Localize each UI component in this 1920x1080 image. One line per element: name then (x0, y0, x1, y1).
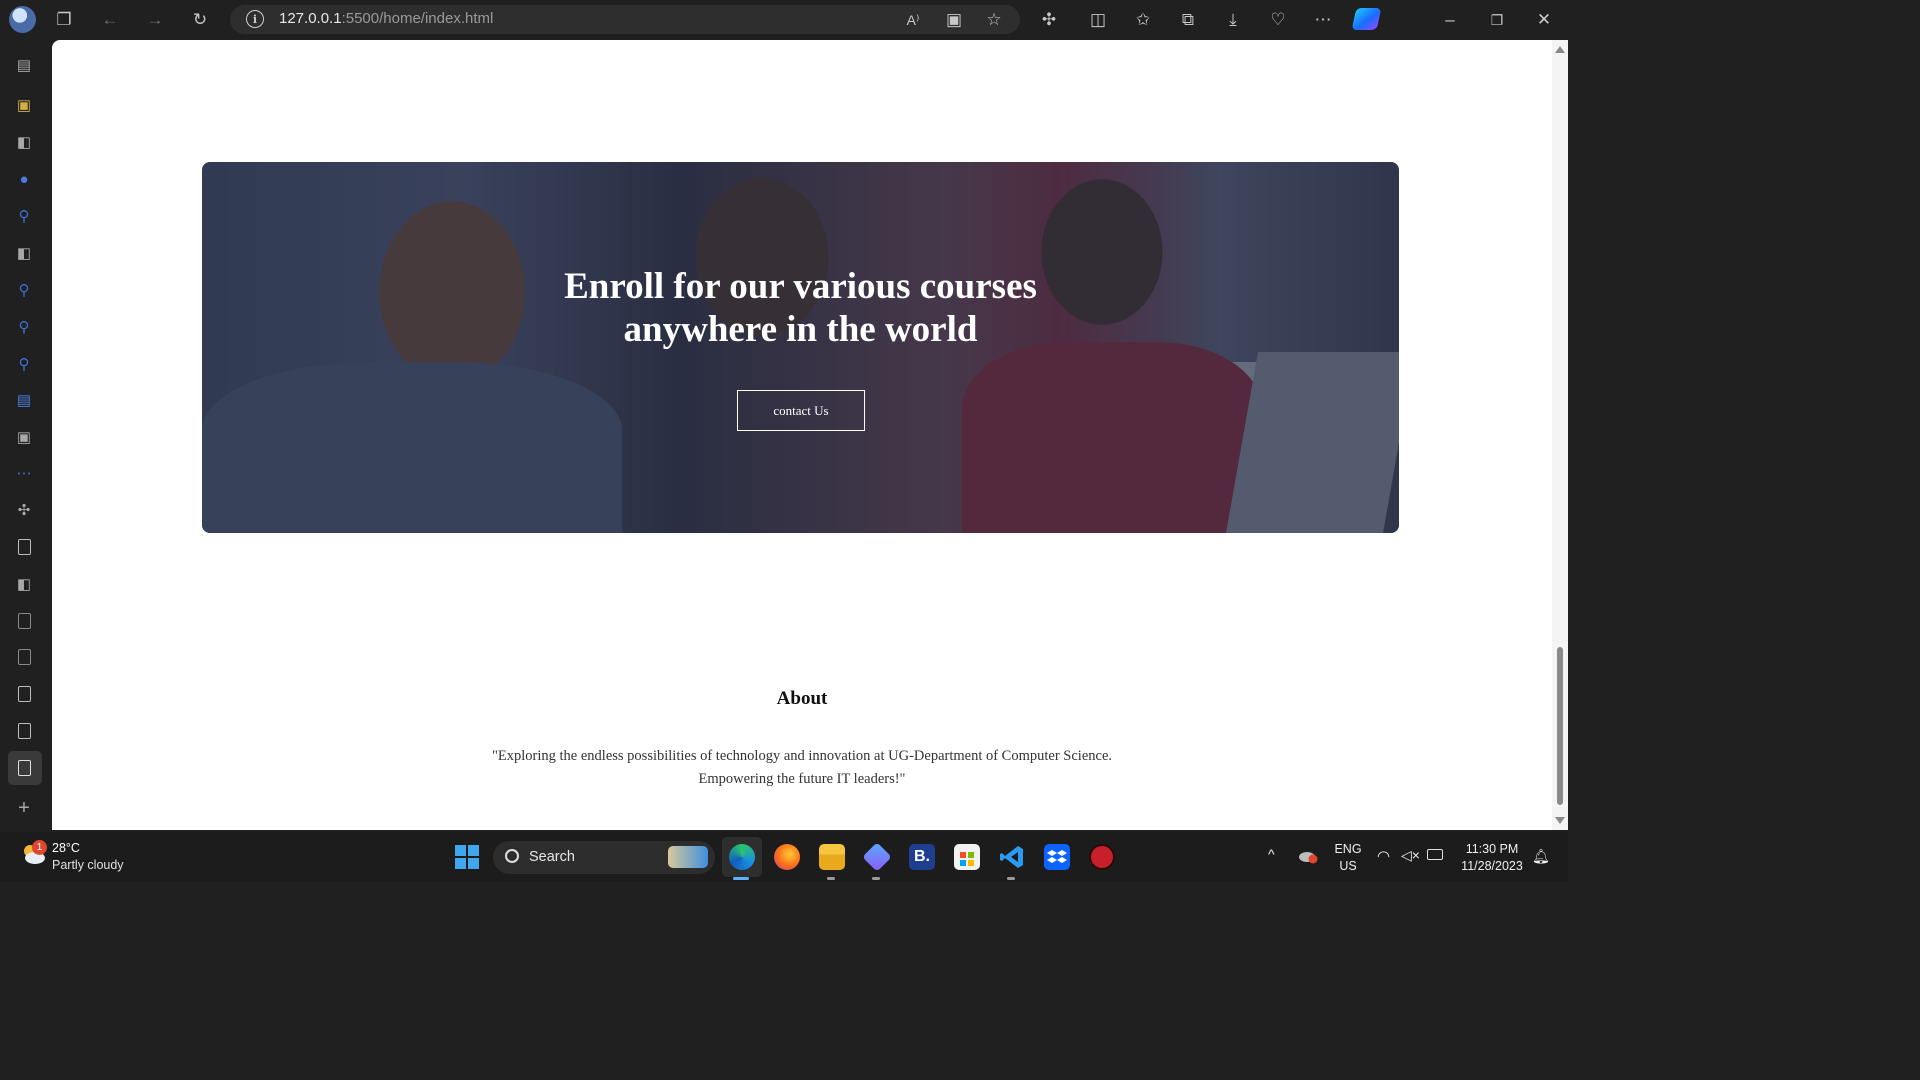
read-aloud-icon[interactable]: A⁾ (895, 2, 931, 38)
show-hidden-icons-chevron-icon[interactable]: ^ (1268, 846, 1275, 862)
tab-page-icon[interactable]: ◧ (15, 575, 33, 593)
tab-image-icon[interactable]: ▣ (15, 96, 33, 114)
hero-title-line: Enroll for our various courses (564, 266, 1037, 307)
page-viewport: Enroll for our various courses anywhere … (52, 40, 1568, 830)
tab-actions-icon[interactable]: ▤ (15, 56, 33, 74)
active-tab-document-icon[interactable] (15, 759, 33, 777)
tab-search-icon[interactable]: ⚲ (15, 281, 33, 299)
running-indicator (872, 877, 880, 880)
tab-search-icon[interactable]: ⚲ (15, 318, 33, 336)
scrollbar-thumb[interactable] (1557, 647, 1563, 805)
restore-icon[interactable]: ❐ (1479, 2, 1515, 38)
tab-more-icon[interactable]: ⋯ (15, 464, 33, 482)
hero-title: Enroll for our various courses anywhere … (202, 265, 1399, 351)
vertical-tabs-sidebar: ▤ ▣ ◧ ● ⚲ ◧ ⚲ ⚲ ⚲ ▤ ▣ ⋯ ✣ ◧ + (0, 40, 52, 830)
about-heading: About (776, 688, 828, 709)
copilot-icon[interactable] (1351, 8, 1382, 30)
back-icon[interactable]: ← (92, 2, 128, 38)
booking-app-icon[interactable]: B. (909, 844, 935, 870)
search-icon (505, 849, 519, 863)
microsoft-store-icon[interactable] (954, 844, 980, 870)
tab-docs-icon[interactable]: ▤ (15, 391, 33, 409)
browser-toolbar: ❐ ← → ↻ i 127.0.0.1:5500/home/index.html… (0, 0, 1568, 40)
tab-page-icon[interactable]: ◧ (15, 133, 33, 151)
tab-document-icon[interactable] (15, 612, 33, 630)
hero-title-line: anywhere in the world (623, 309, 978, 350)
search-highlight-icon[interactable] (668, 846, 708, 868)
collections-icon[interactable]: ⧉ (1170, 2, 1206, 38)
hero-photo-laptop (1226, 352, 1399, 533)
favorite-star-icon[interactable]: ☆ (976, 2, 1012, 38)
keyboard-region[interactable]: US (1334, 859, 1362, 873)
about-text-line: Empowering the future IT leaders!" (698, 771, 906, 787)
tab-document-icon[interactable] (15, 538, 33, 556)
notification-bell-icon[interactable]: 🔔︎ (1532, 848, 1550, 865)
new-tab-plus-icon[interactable]: + (15, 797, 33, 819)
forward-icon[interactable]: → (137, 2, 173, 38)
url-host: 127.0.0.1 (279, 10, 342, 27)
firefox-icon[interactable] (774, 844, 800, 870)
downloads-icon[interactable]: ⤓ (1215, 2, 1251, 38)
vscode-icon[interactable] (999, 844, 1025, 870)
tab-search-icon[interactable]: ⚲ (15, 355, 33, 373)
copilot-app-icon[interactable] (862, 842, 892, 872)
weather-temperature[interactable]: 28°C (52, 841, 80, 855)
volume-muted-icon[interactable]: ◁× (1401, 847, 1420, 864)
browser-essentials-icon[interactable]: ♡ (1260, 2, 1296, 38)
about-text: "Exploring the endless possibilities of … (52, 745, 1552, 791)
keyboard-language[interactable]: ENG (1334, 842, 1362, 856)
tab-search-icon[interactable]: ⚲ (15, 207, 33, 225)
weather-description[interactable]: Partly cloudy (52, 858, 124, 872)
tab-reader-icon[interactable]: ▣ (15, 428, 33, 446)
edge-browser-icon[interactable] (729, 844, 755, 870)
address-text[interactable]: 127.0.0.1:5500/home/index.html (279, 10, 493, 27)
clock-time[interactable]: 11:30 PM (1456, 842, 1528, 856)
active-indicator (733, 877, 749, 880)
contact-us-button[interactable]: contact Us (737, 390, 865, 431)
running-indicator (1007, 877, 1015, 880)
security-app-icon[interactable] (1089, 844, 1115, 870)
more-menu-icon[interactable]: ⋯ (1305, 2, 1341, 38)
profile-avatar[interactable] (9, 6, 36, 33)
about-text-line: "Exploring the endless possibilities of … (491, 748, 1113, 764)
minimize-icon[interactable]: – (1432, 2, 1468, 38)
favorites-icon[interactable]: ✩ (1125, 2, 1161, 38)
scroll-down-arrow-icon[interactable] (1555, 817, 1565, 824)
tab-document-icon[interactable] (15, 685, 33, 703)
wifi-icon[interactable]: ◠ (1377, 847, 1390, 865)
file-explorer-icon[interactable] (819, 844, 845, 870)
immersive-reader-icon[interactable]: ▣ (936, 2, 972, 38)
taskbar-search-label[interactable]: Search (529, 849, 575, 865)
url-path: :5500/home/index.html (341, 10, 494, 27)
site-info-icon[interactable]: i (246, 10, 264, 28)
workspaces-icon[interactable]: ❐ (46, 2, 82, 38)
onedrive-error-icon[interactable] (1298, 848, 1318, 864)
weather-notification-badge: 1 (32, 840, 47, 855)
extensions-icon[interactable]: ✣ (1031, 2, 1067, 38)
scroll-up-arrow-icon[interactable] (1555, 46, 1565, 53)
page-scrollbar[interactable] (1552, 40, 1568, 830)
close-icon[interactable]: ✕ (1526, 2, 1562, 38)
tab-document-icon[interactable] (15, 722, 33, 740)
tab-zoom-icon[interactable]: ● (15, 170, 33, 188)
split-screen-icon[interactable]: ◫ (1080, 2, 1116, 38)
windows-taskbar: 1 28°C Partly cloudy Search B. ^ ENG US … (0, 832, 1568, 882)
clock-date[interactable]: 11/28/2023 (1456, 859, 1528, 873)
hero-photo-person (962, 342, 1262, 533)
refresh-icon[interactable]: ↻ (182, 2, 218, 38)
tab-document-icon[interactable] (15, 648, 33, 666)
running-indicator (827, 877, 835, 880)
hero-banner: Enroll for our various courses anywhere … (202, 162, 1399, 533)
tab-page-icon[interactable]: ◧ (15, 244, 33, 262)
battery-icon[interactable] (1427, 849, 1443, 860)
hero-photo-person (202, 362, 622, 533)
windows-start-icon[interactable] (454, 844, 480, 870)
dropbox-icon[interactable] (1044, 844, 1070, 870)
hero-photo-laptop (980, 362, 1284, 533)
tab-extension-icon[interactable]: ✣ (15, 501, 33, 519)
